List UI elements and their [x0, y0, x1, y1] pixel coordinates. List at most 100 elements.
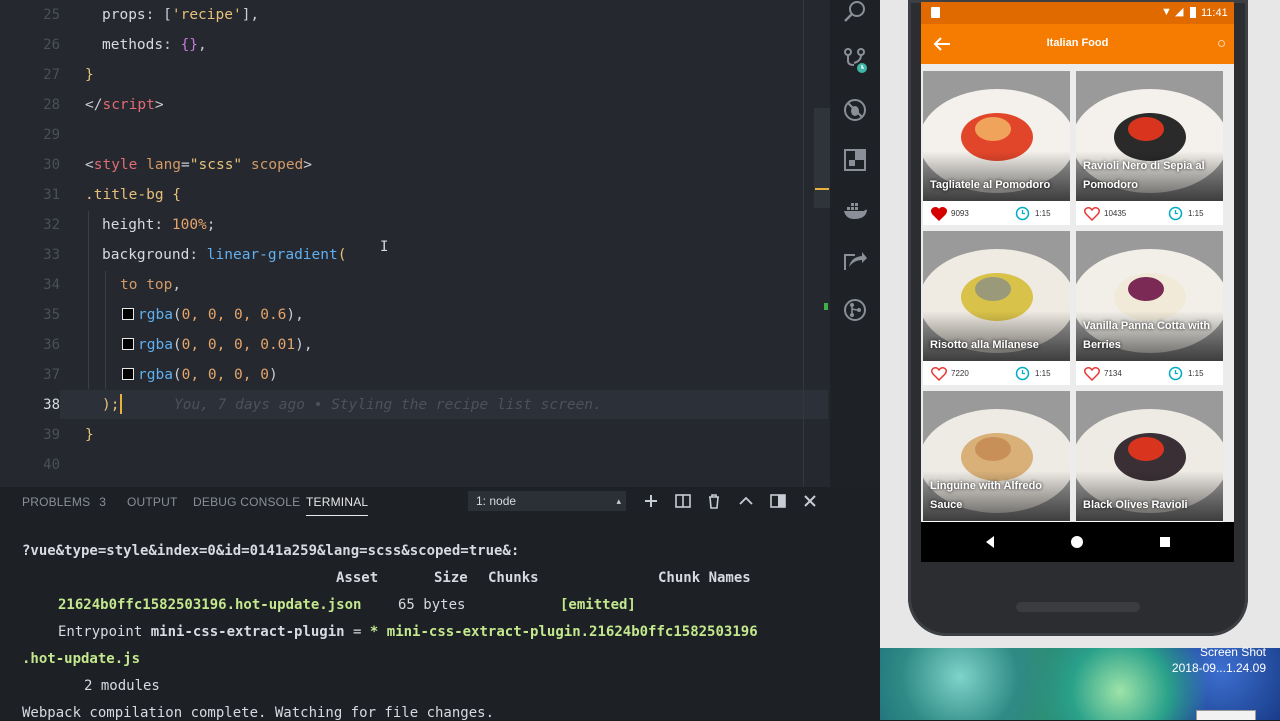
heart-icon[interactable] — [1084, 206, 1100, 221]
screenshot-thumbnail[interactable] — [1196, 710, 1256, 720]
recipe-card[interactable]: Vanilla Panna Cotta with Berries 7134 1:15 — [1076, 231, 1223, 385]
terminal-header-size: Size — [434, 570, 468, 586]
split-terminal-icon[interactable] — [673, 491, 693, 511]
code-line-33[interactable]: background: linear-gradient( — [102, 247, 346, 263]
recipe-meta: 9093 1:15 — [923, 203, 1070, 225]
code-line-35[interactable]: rgba(0, 0, 0, 0.6), — [122, 307, 304, 323]
recipe-card[interactable]: Ravioli Nero di Sepia al Pomodoro 10435 1:… — [1076, 71, 1223, 225]
likes-count: 7134 — [1104, 369, 1122, 378]
tab-debug-console[interactable]: DEBUG CONSOLE — [193, 495, 300, 509]
recipe-title: Risotto alla Milanese — [930, 339, 1039, 351]
terminal-line: ?vue&type=style&index=0&id=0141a259&lang… — [22, 543, 520, 559]
text-cursor — [120, 394, 122, 414]
battery-icon — [1190, 7, 1196, 18]
terminal-header-chunk-names: Chunk Names — [658, 570, 751, 586]
tab-terminal[interactable]: TERMINAL — [306, 495, 369, 516]
overview-ruler-git-mark — [824, 303, 828, 310]
git-blame-annotation: You, 7 days ago • Styling the recipe lis… — [174, 397, 602, 413]
docker-icon[interactable] — [842, 197, 868, 223]
clock-icon — [1168, 206, 1183, 221]
screenshot-file-label-date[interactable]: 2018-09...1.24.09 — [1172, 661, 1266, 675]
line-number: 39 — [43, 427, 60, 443]
indent-guide — [105, 271, 106, 389]
color-swatch-icon[interactable] — [122, 338, 134, 350]
code-line-26[interactable]: methods: {}, — [102, 37, 207, 53]
mouse-i-beam-cursor: I — [380, 239, 389, 255]
color-swatch-icon[interactable] — [122, 368, 134, 380]
terminal-select-dropdown[interactable]: 1: node ▴ — [468, 491, 626, 511]
cook-time: 1:15 — [1035, 369, 1051, 378]
code-line-27[interactable]: } — [85, 67, 94, 83]
screenshot-file-label[interactable]: Screen Shot — [1200, 645, 1266, 659]
android-nav-bar — [921, 522, 1234, 562]
recipe-title: Tagliatele al Pomodoro — [930, 179, 1051, 191]
terminal-output[interactable]: ?vue&type=style&index=0&id=0141a259&lang… — [0, 517, 880, 721]
chevron-up-icon[interactable] — [736, 491, 756, 511]
line-number: 32 — [43, 217, 60, 233]
line-number: 29 — [43, 127, 60, 143]
recipe-photo: Black Olives Ravioli — [1076, 391, 1223, 521]
heart-icon[interactable] — [1084, 366, 1100, 381]
gitlens-icon[interactable] — [842, 297, 868, 323]
code-line-28[interactable]: </script> — [85, 97, 164, 113]
signal-icon: ◢ — [1175, 6, 1184, 18]
terminal-header-asset: Asset — [336, 570, 379, 586]
cook-time: 1:15 — [1188, 369, 1204, 378]
heart-icon[interactable] — [931, 206, 947, 221]
clock-icon — [1015, 366, 1030, 381]
new-terminal-plus-icon[interactable] — [641, 491, 661, 511]
code-line-30[interactable]: <style lang="scss" scoped> — [85, 157, 312, 173]
sd-card-icon — [931, 7, 940, 18]
code-line-36[interactable]: rgba(0, 0, 0, 0.01), — [122, 337, 313, 353]
terminal-header-chunks: Chunks — [488, 570, 539, 586]
live-share-icon[interactable] — [842, 247, 868, 273]
cook-time: 1:15 — [1188, 209, 1204, 218]
color-swatch-icon[interactable] — [122, 308, 134, 320]
recipe-card[interactable]: Tagliatele al Pomodoro 9093 1:15 — [923, 71, 1070, 225]
minimap-slider[interactable] — [814, 108, 830, 208]
trash-icon[interactable] — [704, 491, 724, 511]
recipe-title: Black Olives Ravioli — [1083, 499, 1188, 511]
recipe-meta: 7220 1:15 — [923, 363, 1070, 385]
debug-icon[interactable] — [842, 97, 868, 123]
code-line-38[interactable]: ); — [102, 397, 119, 413]
recipe-meta: 10435 1:15 — [1076, 203, 1223, 225]
search-icon[interactable] — [1218, 40, 1225, 47]
search-icon[interactable] — [842, 0, 868, 26]
line-number: 38 — [43, 397, 60, 413]
app-toolbar: Italian Food — [921, 24, 1234, 64]
terminal-entry-file-cont: .hot-update.js — [22, 651, 141, 667]
code-line-31[interactable]: .title-bg { — [85, 187, 181, 203]
tab-problems[interactable]: PROBLEMS 3 — [22, 495, 106, 509]
line-number: 37 — [43, 367, 60, 383]
clock-icon — [1015, 206, 1030, 221]
close-icon[interactable] — [800, 491, 820, 511]
code-line-32[interactable]: height: 100%; — [102, 217, 216, 233]
android-status-bar: ▼ ◢ 11:41 — [921, 2, 1234, 24]
app-title: Italian Food — [1046, 37, 1109, 49]
likes-count: 10435 — [1104, 209, 1127, 218]
cook-time: 1:15 — [1035, 209, 1051, 218]
line-number: 40 — [43, 457, 60, 473]
heart-icon[interactable] — [931, 366, 947, 381]
indent-guide — [88, 211, 89, 389]
code-line-37[interactable]: rgba(0, 0, 0, 0) — [122, 367, 278, 383]
recipe-photo: Linguine with Alfredo Sauce — [923, 391, 1070, 521]
clock-icon — [1168, 366, 1183, 381]
nav-home-icon[interactable] — [1069, 534, 1085, 550]
source-control-icon[interactable] — [842, 47, 868, 73]
code-line-25[interactable]: props: ['recipe'], — [102, 7, 259, 23]
recipe-photo: Vanilla Panna Cotta with Berries — [1076, 231, 1223, 361]
recipe-card[interactable]: Risotto alla Milanese 7220 1:15 — [923, 231, 1070, 385]
code-editor[interactable]: 25 26 27 28 29 30 31 32 33 34 35 36 37 38 39 40 props: … — [0, 0, 830, 487]
code-line-34[interactable]: to top, — [120, 277, 181, 293]
clock-time: 11:41 — [1201, 7, 1228, 19]
line-number: 35 — [43, 307, 60, 323]
line-number: 28 — [43, 97, 60, 113]
nav-back-icon[interactable] — [982, 534, 998, 550]
tab-output[interactable]: OUTPUT — [127, 495, 178, 509]
code-line-39[interactable]: } — [85, 427, 94, 443]
nav-recents-icon[interactable] — [1157, 534, 1173, 550]
extensions-icon[interactable] — [842, 147, 868, 173]
maximize-panel-icon[interactable] — [768, 491, 788, 511]
